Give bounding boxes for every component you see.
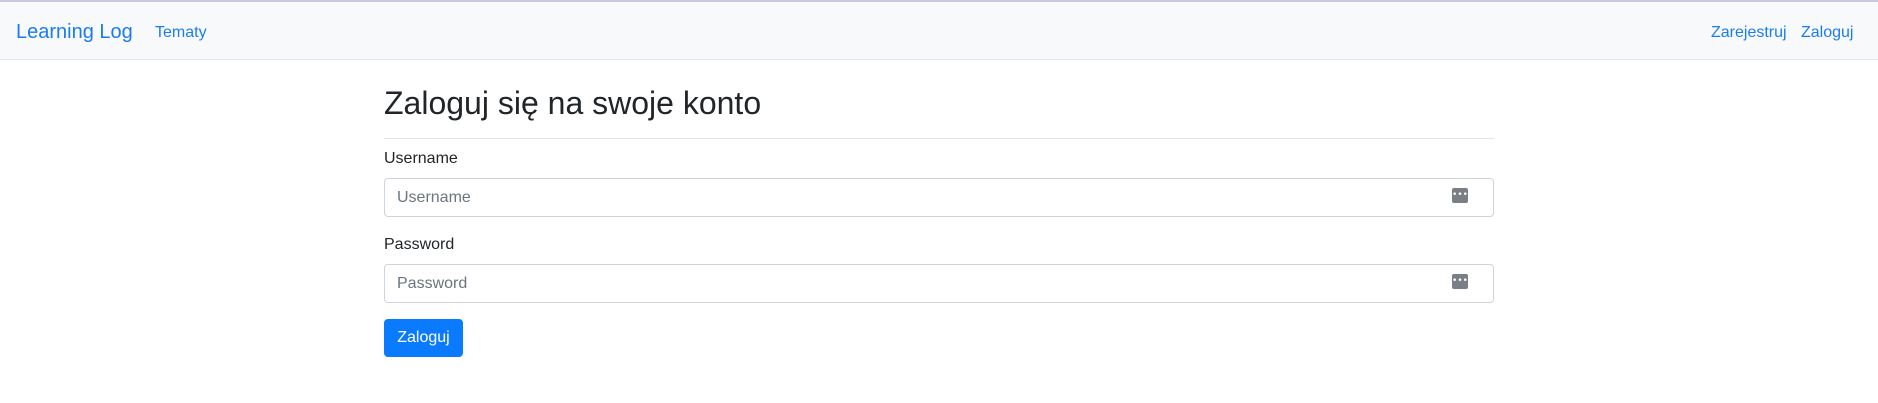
login-button[interactable]: Zaloguj [384, 319, 463, 357]
username-label: Username [384, 150, 458, 167]
brand-link[interactable]: Learning Log [16, 21, 133, 44]
username-field[interactable]: ••• [384, 178, 1494, 217]
title-divider [384, 138, 1494, 139]
password-input[interactable] [397, 265, 1437, 302]
password-label: Password [384, 236, 455, 253]
nav-link-topics[interactable]: Tematy [155, 24, 207, 42]
password-manager-icon[interactable]: ••• [1452, 188, 1468, 203]
nav-link-login[interactable]: Zaloguj [1801, 24, 1853, 42]
page-title: Zaloguj się na swoje konto [384, 85, 762, 121]
nav-link-register[interactable]: Zarejestruj [1711, 24, 1787, 42]
navbar: Learning Log Tematy Zarejestruj Zaloguj [0, 0, 1878, 60]
password-field[interactable]: ••• [384, 264, 1494, 303]
username-input[interactable] [397, 179, 1437, 216]
password-manager-icon[interactable]: ••• [1452, 274, 1468, 289]
